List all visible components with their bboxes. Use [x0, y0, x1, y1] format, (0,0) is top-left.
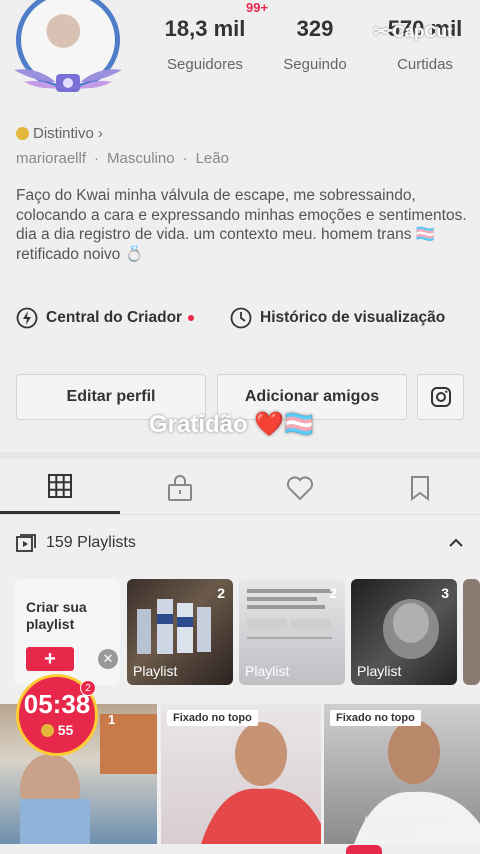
- bookmark-icon: [411, 475, 429, 501]
- playlist-label: Playlist: [245, 663, 290, 679]
- bio-text: Faço do Kwai minha válvula de escape, me…: [16, 187, 467, 263]
- separator-dot: ·: [94, 150, 100, 167]
- stat-label: Curtidas: [397, 56, 453, 73]
- timer-coins: 55: [19, 722, 95, 738]
- username: marioraellf: [16, 150, 87, 167]
- playlist-card[interactable]: 2 Playlist: [127, 579, 233, 685]
- notification-badge: 99+: [246, 0, 269, 15]
- pinned-label: Fixado no topo: [330, 710, 421, 726]
- playlist-count: 3: [441, 585, 449, 601]
- playlist-card[interactable]: 2 Playlist: [239, 579, 345, 685]
- watermark-text: CapCut: [392, 22, 453, 41]
- section-divider: [0, 452, 480, 459]
- tab-private[interactable]: [120, 461, 240, 514]
- tab-liked[interactable]: [240, 461, 360, 514]
- stat-following[interactable]: 329 Seguindo: [260, 16, 370, 73]
- add-playlist-button[interactable]: +: [26, 647, 74, 671]
- playlists-header[interactable]: 159 Playlists: [16, 534, 464, 552]
- new-dot-indicator: [188, 315, 195, 321]
- timer-coins-value: 55: [57, 722, 74, 738]
- lock-icon: [168, 474, 192, 501]
- video-overlay-caption: Gratidão ❤️🏳️‍⚧️: [149, 411, 315, 438]
- playlist-icon: [16, 534, 36, 552]
- chevron-up-icon[interactable]: [448, 538, 464, 548]
- playlist-count: 2: [329, 585, 337, 601]
- instagram-button[interactable]: [417, 374, 464, 420]
- stat-label: Seguindo: [283, 56, 347, 73]
- lightning-circle-icon: [16, 307, 38, 329]
- playlists-count: 159 Playlists: [46, 534, 136, 551]
- create-playlist-card[interactable]: Criar sua playlist + ✕: [14, 579, 120, 685]
- instagram-icon: [430, 387, 451, 407]
- history-label: Histórico de visualização: [260, 309, 446, 326]
- stat-value: 18,3 mil: [164, 16, 246, 41]
- creator-center-label: Central do Criador: [46, 309, 183, 326]
- stat-followers[interactable]: 18,3 mil Seguidores: [150, 16, 260, 73]
- tab-videos[interactable]: [0, 461, 120, 514]
- playlist-card[interactable]: 3 Playlist: [351, 579, 457, 685]
- badge-label: Distintivo: [33, 125, 94, 142]
- heart-icon: [287, 476, 313, 500]
- capcut-watermark: ✂ CapCut: [374, 22, 453, 42]
- gender: Masculino: [107, 150, 175, 167]
- avatar-frame-wings-icon: [14, 69, 122, 92]
- coin-icon: [40, 723, 54, 737]
- playlist-label: Playlist: [357, 663, 402, 679]
- close-icon[interactable]: ✕: [98, 649, 118, 669]
- playlist-label: Playlist: [133, 663, 178, 679]
- timer-badge: 2: [80, 680, 96, 696]
- plus-icon: +: [44, 647, 56, 670]
- profile-meta: marioraellf · Masculino · Leão: [16, 150, 229, 167]
- capcut-logo-icon: ✂: [374, 22, 389, 41]
- video-caption: Um brinde a sua resistência,: [364, 814, 445, 838]
- video-thumbnail[interactable]: Fixado no topo: [161, 704, 321, 844]
- pinned-label: Fixado no topo: [167, 710, 258, 726]
- video-count: 1: [108, 712, 116, 727]
- badge-coin-icon: [16, 127, 29, 140]
- zodiac-sign: Leão: [195, 150, 229, 167]
- video-thumbnail[interactable]: Fixado no topo Um brinde a sua resistênc…: [324, 704, 480, 844]
- chevron-right-icon: ›: [97, 125, 103, 142]
- playlist-count: 2: [217, 585, 225, 601]
- avatar[interactable]: [6, 0, 130, 102]
- separator-dot: ·: [182, 150, 188, 167]
- clock-icon: [230, 307, 252, 329]
- create-playlist-label: Criar sua playlist: [26, 599, 87, 632]
- bottom-nav-badge: [346, 845, 382, 854]
- tab-saved[interactable]: [360, 461, 480, 514]
- creator-center-link[interactable]: Central do Criador: [16, 307, 195, 329]
- profile-tabs: [0, 461, 480, 515]
- badge-link[interactable]: Distintivo ›: [16, 125, 103, 142]
- stat-label: Seguidores: [167, 56, 243, 73]
- history-link[interactable]: Histórico de visualização: [230, 307, 445, 329]
- grid-icon: [48, 474, 72, 498]
- playlist-card-partial[interactable]: [463, 579, 480, 685]
- stat-value: 329: [296, 16, 334, 41]
